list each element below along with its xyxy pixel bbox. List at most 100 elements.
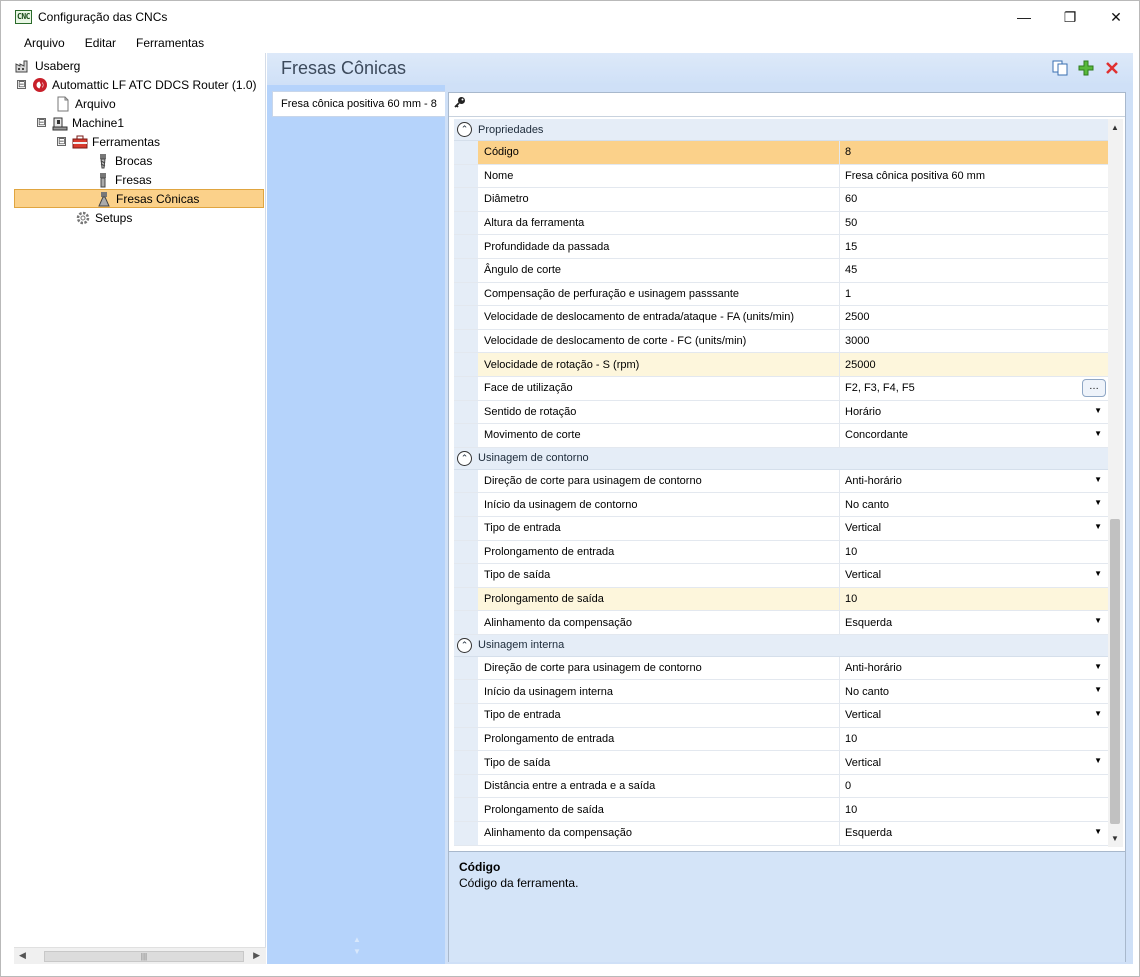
property-value[interactable]: 15 xyxy=(840,235,1108,258)
tree-item-fresas-conicas[interactable]: Fresas Cônicas xyxy=(14,189,264,208)
property-value[interactable]: 8 xyxy=(840,141,1108,164)
dropdown-arrow-icon[interactable]: ▼ xyxy=(1094,498,1102,507)
close-window-button[interactable]: ✕ xyxy=(1093,1,1139,33)
scroll-right-icon[interactable]: ▶ xyxy=(253,950,260,961)
menu-arquivo[interactable]: Arquivo xyxy=(1,36,75,50)
browse-ellipsis-button[interactable]: … xyxy=(1082,378,1106,397)
property-row[interactable]: Direção de corte para usinagem de contor… xyxy=(454,469,1108,494)
delete-button[interactable] xyxy=(1103,59,1121,77)
property-value[interactable]: F2, F3, F4, F5… xyxy=(840,377,1108,400)
property-value[interactable]: 2500 xyxy=(840,306,1108,329)
tree-item-setups[interactable]: Setups xyxy=(75,208,132,227)
property-value[interactable]: 10 xyxy=(840,798,1108,821)
property-row[interactable]: Alinhamento da compensação Esquerda ▼ xyxy=(454,611,1108,635)
property-row[interactable]: Prolongamento de entrada 10 xyxy=(454,727,1108,752)
list-scroll-arrows[interactable]: ▲ ▼ xyxy=(353,934,361,958)
property-value[interactable]: Fresa cônica positiva 60 mm xyxy=(840,165,1108,188)
dropdown-arrow-icon[interactable]: ▼ xyxy=(1094,827,1102,836)
property-dropdown[interactable]: No canto ▼ xyxy=(840,680,1108,703)
property-row[interactable]: Compensação de perfuração e usinagem pas… xyxy=(454,282,1108,307)
collapse-icon[interactable]: ⊟ xyxy=(37,118,46,127)
tree-item-usaberg[interactable]: Usaberg xyxy=(15,56,80,75)
property-row[interactable]: Tipo de entrada Vertical ▼ xyxy=(454,516,1108,541)
scroll-left-icon[interactable]: ◀ xyxy=(19,950,26,961)
property-row[interactable]: Início da usinagem interna No canto ▼ xyxy=(454,680,1108,705)
property-dropdown[interactable]: Vertical ▼ xyxy=(840,751,1108,774)
property-dropdown[interactable]: Esquerda ▼ xyxy=(840,611,1108,634)
menu-editar[interactable]: Editar xyxy=(75,36,126,50)
collapse-icon[interactable]: ⊟ xyxy=(57,137,66,146)
property-row[interactable]: Tipo de saída Vertical ▼ xyxy=(454,751,1108,775)
dropdown-arrow-icon[interactable]: ▼ xyxy=(1094,709,1102,718)
property-dropdown[interactable]: No canto ▼ xyxy=(840,493,1108,516)
property-row[interactable]: Movimento de corte Concordante ▼ xyxy=(454,424,1108,448)
property-row[interactable]: Sentido de rotação Horário ▼ xyxy=(454,400,1108,425)
category-row[interactable]: ⌃ Usinagem de contorno xyxy=(454,447,1108,470)
dropdown-arrow-icon[interactable]: ▼ xyxy=(1094,662,1102,671)
scrollbar-thumb[interactable]: ||| xyxy=(44,951,244,962)
property-value[interactable]: 45 xyxy=(840,259,1108,282)
property-row[interactable]: Tipo de entrada Vertical ▼ xyxy=(454,704,1108,728)
dropdown-arrow-icon[interactable]: ▼ xyxy=(1094,429,1102,438)
property-value[interactable]: 1 xyxy=(840,283,1108,306)
property-value[interactable]: 25000 xyxy=(840,353,1108,376)
property-value[interactable]: 50 xyxy=(840,212,1108,235)
property-dropdown[interactable]: Vertical ▼ xyxy=(840,704,1108,727)
tool-list-item[interactable]: Fresa cônica positiva 60 mm - 8 xyxy=(272,91,445,117)
maximize-button[interactable]: ❐ xyxy=(1047,1,1093,33)
property-row[interactable]: Distância entre a entrada e a saída 0 xyxy=(454,774,1108,799)
property-row[interactable]: Face de utilização F2, F3, F4, F5… xyxy=(454,376,1108,401)
property-dropdown[interactable]: Esquerda ▼ xyxy=(840,822,1108,845)
dropdown-arrow-icon[interactable]: ▼ xyxy=(1094,616,1102,625)
tree-item-machine1[interactable]: ⊟ Machine1 xyxy=(37,113,124,132)
dropdown-arrow-icon[interactable]: ▼ xyxy=(1094,569,1102,578)
property-vertical-scrollbar[interactable]: ▲ ▼ xyxy=(1108,119,1123,847)
property-row[interactable]: Ângulo de corte 45 xyxy=(454,258,1108,283)
collapse-icon[interactable]: ⊟ xyxy=(17,80,26,89)
collapse-category-icon[interactable]: ⌃ xyxy=(457,122,472,137)
dropdown-arrow-icon[interactable]: ▼ xyxy=(1094,685,1102,694)
property-value[interactable]: 60 xyxy=(840,188,1108,211)
scrollbar-thumb[interactable] xyxy=(1110,519,1120,824)
property-row[interactable]: Profundidade da passada 15 xyxy=(454,235,1108,259)
property-value[interactable]: 10 xyxy=(840,587,1108,611)
property-row[interactable]: Alinhamento da compensação Esquerda ▼ xyxy=(454,822,1108,846)
tree-item-router[interactable]: ⊟ Automattic LF ATC DDCS Router (1.0) xyxy=(17,75,257,94)
property-row[interactable]: Prolongamento de entrada 10 xyxy=(454,540,1108,565)
property-dropdown[interactable]: Vertical ▼ xyxy=(840,564,1108,587)
property-search-bar[interactable] xyxy=(449,93,1125,117)
property-row[interactable]: Prolongamento de saída 10 xyxy=(454,587,1108,612)
collapse-category-icon[interactable]: ⌃ xyxy=(457,450,472,466)
dropdown-arrow-icon[interactable]: ▼ xyxy=(1094,756,1102,765)
tree-horizontal-scrollbar[interactable]: ◀ ||| ▶ xyxy=(14,947,266,964)
property-row[interactable]: Velocidade de deslocamento de corte - FC… xyxy=(454,329,1108,354)
property-row[interactable]: Início da usinagem de contorno No canto ▼ xyxy=(454,493,1108,517)
property-row[interactable]: Tipo de saída Vertical ▼ xyxy=(454,564,1108,588)
scroll-up-icon[interactable]: ▲ xyxy=(1111,123,1119,132)
property-dropdown[interactable]: Concordante ▼ xyxy=(840,424,1108,447)
property-dropdown[interactable]: Vertical ▼ xyxy=(840,517,1108,540)
property-row[interactable]: Altura da ferramenta 50 xyxy=(454,211,1108,236)
dropdown-arrow-icon[interactable]: ▼ xyxy=(1094,406,1102,415)
add-button[interactable] xyxy=(1077,59,1095,77)
tree-item-arquivo[interactable]: Arquivo xyxy=(55,94,116,113)
property-row[interactable]: Velocidade de deslocamento de entrada/at… xyxy=(454,306,1108,330)
property-dropdown[interactable]: Anti-horário ▼ xyxy=(840,470,1108,493)
property-value[interactable]: 3000 xyxy=(840,330,1108,353)
tree-item-fresas[interactable]: Fresas xyxy=(95,170,152,189)
tree-item-brocas[interactable]: Brocas xyxy=(95,151,152,170)
category-row[interactable]: ⌃ Propriedades xyxy=(454,119,1108,141)
property-row[interactable]: Nome Fresa cônica positiva 60 mm xyxy=(454,164,1108,189)
property-row[interactable]: Diâmetro 60 xyxy=(454,188,1108,212)
category-row[interactable]: ⌃ Usinagem interna xyxy=(454,634,1108,657)
dropdown-arrow-icon[interactable]: ▼ xyxy=(1094,522,1102,531)
property-row[interactable]: Velocidade de rotação - S (rpm) 25000 xyxy=(454,353,1108,377)
property-row[interactable]: Direção de corte para usinagem de contor… xyxy=(454,656,1108,681)
property-row[interactable]: Código 8 xyxy=(454,141,1108,165)
duplicate-button[interactable] xyxy=(1051,59,1069,77)
menu-ferramentas[interactable]: Ferramentas xyxy=(126,36,214,50)
property-dropdown[interactable]: Horário ▼ xyxy=(840,401,1108,424)
property-row[interactable]: Prolongamento de saída 10 xyxy=(454,798,1108,823)
property-value[interactable]: 10 xyxy=(840,541,1108,564)
property-dropdown[interactable]: Anti-horário ▼ xyxy=(840,657,1108,680)
